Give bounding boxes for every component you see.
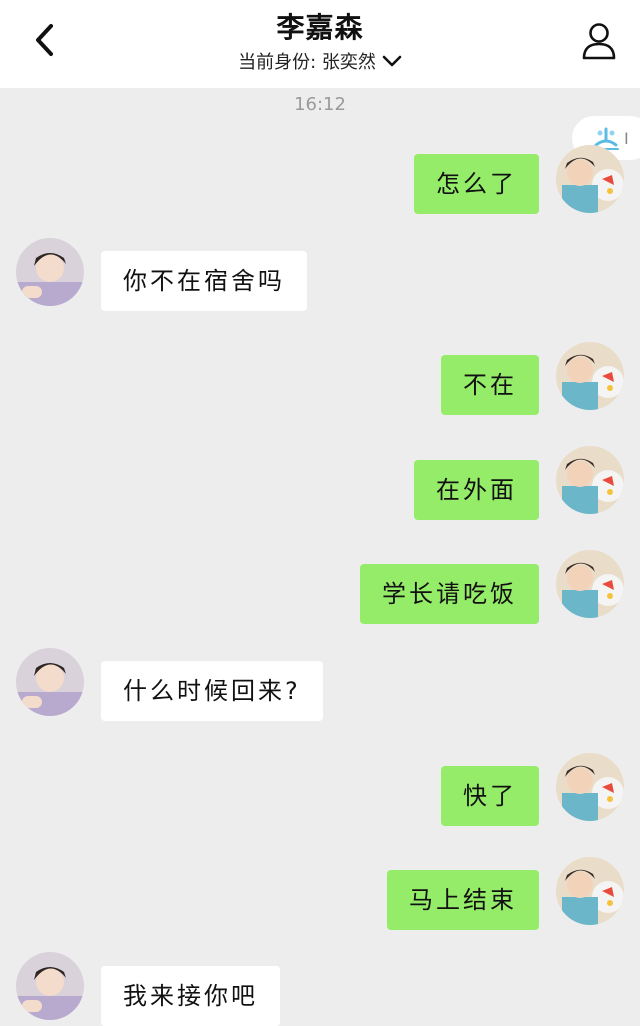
- outgoing-message[interactable]: 快了: [441, 766, 539, 826]
- title-area: 李嘉森 当前身份: 张奕然: [0, 10, 640, 74]
- self-avatar-image: [556, 342, 624, 410]
- chevron-down-icon: [382, 55, 402, 67]
- self-avatar-image: [556, 446, 624, 514]
- self-avatar[interactable]: [556, 145, 624, 213]
- contact-avatar-image: [16, 648, 84, 716]
- self-avatar[interactable]: [556, 550, 624, 618]
- self-avatar[interactable]: [556, 753, 624, 821]
- outgoing-message[interactable]: 在外面: [414, 460, 539, 520]
- self-avatar-image: [556, 753, 624, 821]
- chat-header: 李嘉森 当前身份: 张奕然: [0, 0, 640, 88]
- contact-avatar[interactable]: [16, 952, 84, 1020]
- floating-badge-text: I: [624, 128, 629, 148]
- identity-switcher[interactable]: 当前身份: 张奕然: [238, 48, 402, 74]
- chat-title: 李嘉森: [276, 11, 364, 44]
- message-timestamp: 16:12: [294, 94, 346, 115]
- contact-avatar[interactable]: [16, 648, 84, 716]
- contact-avatar-image: [16, 238, 84, 306]
- self-avatar-image: [556, 857, 624, 925]
- outgoing-message[interactable]: 不在: [441, 355, 539, 415]
- outgoing-message[interactable]: 马上结束: [387, 870, 539, 930]
- profile-button[interactable]: [578, 20, 620, 62]
- outgoing-message[interactable]: 怎么了: [414, 154, 539, 214]
- incoming-message[interactable]: 我来接你吧: [101, 966, 280, 1026]
- contact-avatar-image: [16, 952, 84, 1020]
- identity-label: 当前身份: 张奕然: [238, 52, 376, 73]
- person-icon: [582, 23, 616, 60]
- self-avatar-image: [556, 550, 624, 618]
- self-avatar[interactable]: [556, 857, 624, 925]
- incoming-message[interactable]: 什么时候回来?: [101, 661, 323, 721]
- self-avatar[interactable]: [556, 446, 624, 514]
- self-avatar-image: [556, 145, 624, 213]
- incoming-message[interactable]: 你不在宿舍吗: [101, 251, 307, 311]
- self-avatar[interactable]: [556, 342, 624, 410]
- outgoing-message[interactable]: 学长请吃饭: [360, 564, 539, 624]
- contact-avatar[interactable]: [16, 238, 84, 306]
